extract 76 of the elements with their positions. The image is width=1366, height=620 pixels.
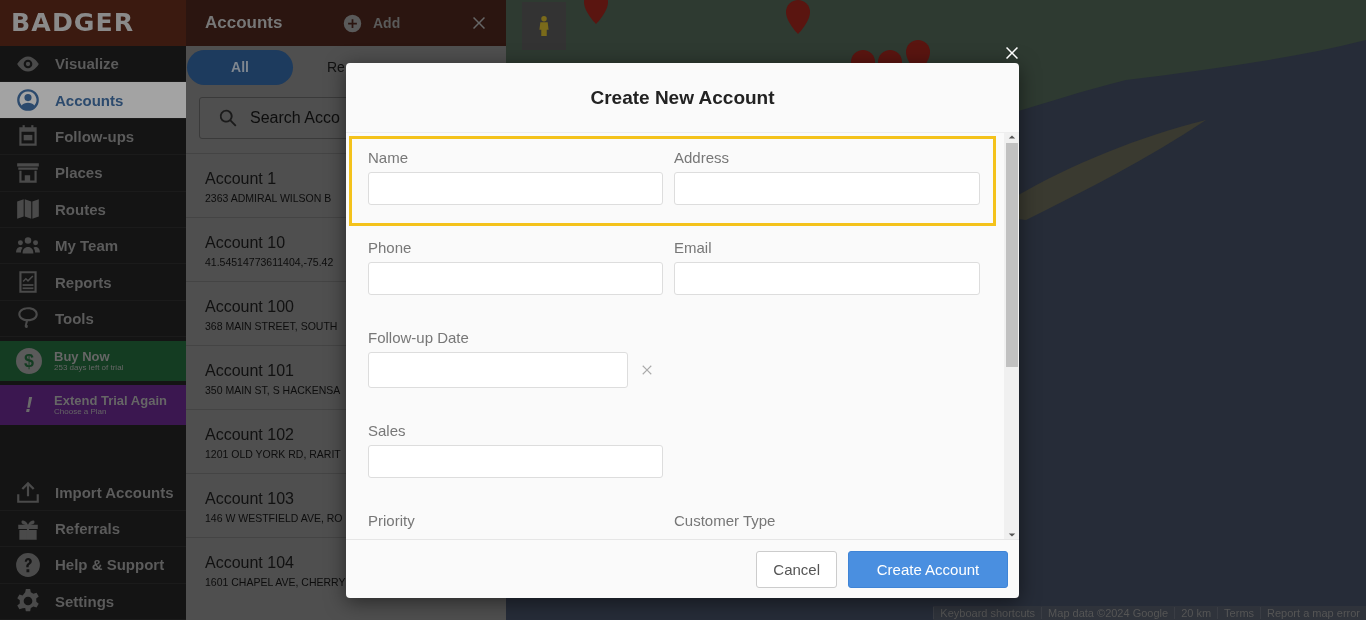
account-address: 350 MAIN ST, S HACKENSA [205, 384, 341, 396]
create-account-button[interactable]: Create Account [848, 550, 1008, 588]
field-label: Email [674, 239, 713, 257]
account-address: 1601 CHAPEL AVE, CHERRY [205, 576, 346, 588]
nav-label: Help & Support [55, 556, 165, 574]
add-button[interactable]: Add [342, 12, 401, 34]
account-name: Account 100 [205, 298, 294, 316]
dollar-icon: $ [16, 348, 42, 375]
nav-item[interactable]: Follow-ups [0, 118, 186, 156]
nav-label: Follow-ups [55, 127, 135, 145]
nav-label: Accounts [55, 91, 124, 109]
nav-label: Places [55, 164, 103, 182]
close-icon[interactable] [1003, 44, 1021, 62]
nav-item[interactable]: Places [0, 155, 186, 192]
exclamation-icon: ! [16, 392, 42, 419]
nav-item[interactable]: Referrals [0, 510, 186, 548]
input-field[interactable] [368, 172, 663, 205]
nav-item[interactable]: Accounts [0, 82, 186, 119]
account-name: Account 101 [205, 362, 294, 380]
account-name: Account 1 [205, 170, 277, 188]
close-icon [470, 14, 488, 32]
nav-label: Routes [55, 200, 106, 218]
search-icon [217, 107, 239, 129]
nav-label: Reports [55, 273, 112, 291]
account-address: 368 MAIN STREET, SOUTH [205, 320, 338, 332]
field-label: Name [368, 149, 409, 167]
field-label: Phone [368, 239, 413, 257]
nav-label: Tools [55, 309, 94, 327]
input-field[interactable] [368, 445, 663, 478]
filter-tab[interactable]: Re [327, 49, 345, 85]
filter-tab[interactable]: All [187, 49, 293, 85]
banner-subtitle: Choose a Plan [54, 408, 108, 417]
account-address: 2363 ADMIRAL WILSON B [205, 192, 332, 204]
nav-label: Import Accounts [55, 483, 174, 501]
nav-item[interactable]: Settings [0, 583, 186, 620]
field-label: Sales [368, 422, 407, 440]
upload-icon [15, 479, 41, 506]
person-icon [15, 87, 41, 114]
nav-label: Settings [55, 592, 115, 610]
nav-label: Visualize [55, 55, 119, 73]
nav-item[interactable]: Reports [0, 264, 186, 301]
account-address: 146 W WESTFIELD AVE, RO [205, 512, 343, 524]
input-field[interactable] [674, 172, 980, 205]
nav-label: Referrals [55, 520, 121, 537]
scrollbar[interactable] [1004, 133, 1019, 539]
date-field[interactable] [368, 352, 628, 388]
banner-title: Buy Now [54, 350, 111, 364]
buy-now-banner[interactable]: $ Buy Now 253 days left of trial [0, 341, 186, 382]
account-name: Account 102 [205, 426, 294, 444]
down-arrow-icon [1007, 531, 1016, 539]
nav-item[interactable]: Help & Support [0, 547, 186, 584]
account-address: 41.54514773611404,-75.42 [205, 256, 334, 268]
input-field[interactable] [674, 262, 980, 295]
street-view-button[interactable] [522, 2, 566, 50]
input-field[interactable] [368, 262, 663, 295]
field-label: Address [674, 149, 731, 167]
dialog-title: Create New Account [346, 63, 1019, 133]
nav-label: My Team [55, 237, 119, 255]
account-name: Account 103 [205, 490, 294, 508]
nav-item[interactable]: My Team [0, 227, 186, 265]
up-arrow-icon [1007, 133, 1016, 141]
field-label: Follow-up Date [368, 329, 470, 347]
account-name: Account 10 [205, 234, 286, 252]
extend-trial-banner[interactable]: ! Extend Trial Again Choose a Plan [0, 385, 186, 426]
help-icon [15, 551, 41, 578]
field-label: Priority [368, 512, 416, 530]
account-address: 1201 OLD YORK RD, RARIT [205, 448, 341, 460]
cancel-button[interactable]: Cancel [756, 550, 837, 588]
banner-title: Extend Trial Again [54, 394, 167, 408]
logo: BADGER [11, 9, 135, 37]
banner-subtitle: 253 days left of trial [54, 364, 124, 373]
account-name: Account 104 [205, 554, 294, 572]
nav-item[interactable]: Routes [0, 191, 186, 228]
panel-title: Accounts [205, 13, 284, 33]
clear-icon [640, 363, 654, 377]
field-label: Customer Type [674, 512, 777, 530]
